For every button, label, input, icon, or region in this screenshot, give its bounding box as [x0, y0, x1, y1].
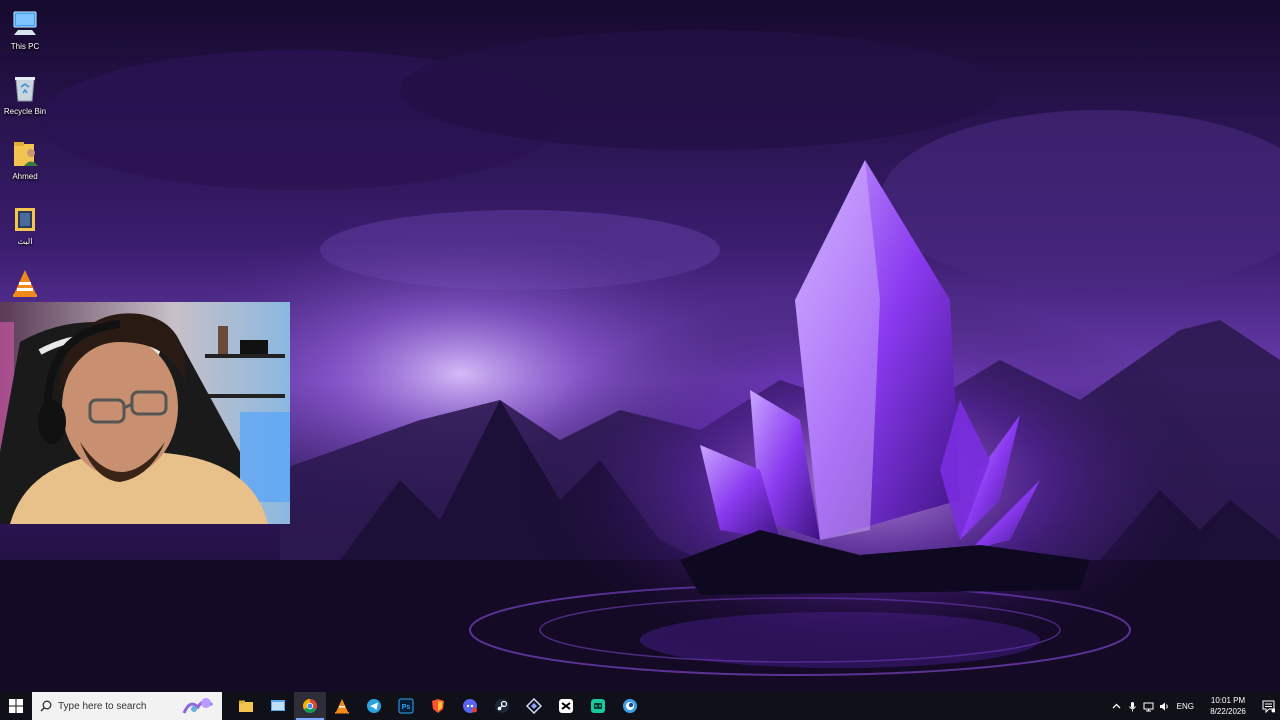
capcut-icon	[559, 699, 573, 713]
taskbar-app-brave[interactable]	[422, 692, 454, 720]
desktop-icon-label: Recycle Bin	[3, 107, 47, 116]
tray-volume[interactable]	[1157, 692, 1173, 720]
taskbar: Type here to search Ps ENG 10:01 PM 8/22…	[0, 692, 1280, 720]
discord-icon	[463, 699, 477, 713]
window-icon	[271, 700, 285, 711]
system-tray: ENG 10:01 PM 8/22/2026	[1109, 692, 1280, 720]
taskbar-app-chrome[interactable]	[294, 692, 326, 720]
network-icon	[1143, 702, 1154, 711]
desktop-icon-this-pc[interactable]: This PC	[0, 2, 50, 62]
chrome-icon	[303, 699, 317, 713]
notification-center-button[interactable]	[1256, 692, 1280, 720]
taskbar-app-circle[interactable]	[614, 692, 646, 720]
folder-icon	[239, 700, 253, 712]
search-box[interactable]: Type here to search	[32, 692, 222, 720]
notification-icon	[1262, 700, 1275, 713]
taskbar-apps: Ps	[230, 692, 646, 720]
telegram-icon	[367, 699, 381, 713]
svg-text:Ps: Ps	[402, 704, 411, 711]
vlc-icon	[335, 699, 349, 714]
desktop-icon-label: This PC	[10, 42, 40, 51]
webcam-overlay	[0, 302, 290, 524]
steam-icon	[495, 699, 509, 713]
tray-network[interactable]	[1141, 692, 1157, 720]
desktop-icon-broadcast[interactable]: البث	[0, 197, 50, 257]
folder-icon	[15, 208, 35, 231]
user-folder-icon	[14, 142, 38, 166]
desktop-icon-recycle-bin[interactable]: Recycle Bin	[0, 67, 50, 127]
windows-logo-icon	[9, 699, 23, 713]
taskbar-app-vlc[interactable]	[326, 692, 358, 720]
taskbar-app-dev-tool[interactable]	[518, 692, 550, 720]
clock-date: 8/22/2026	[1210, 707, 1246, 716]
taskbar-app-discord[interactable]	[454, 692, 486, 720]
start-button[interactable]	[0, 692, 32, 720]
clock[interactable]: 10:01 PM 8/22/2026	[1206, 695, 1250, 717]
recycle-bin-icon	[15, 77, 35, 102]
photoshop-icon: Ps	[398, 698, 414, 714]
vlc-icon	[13, 270, 37, 297]
desktop-icon-label: البث	[17, 237, 33, 246]
taskbar-app-steam[interactable]	[486, 692, 518, 720]
tray-overflow-button[interactable]	[1109, 692, 1125, 720]
search-highlight-icon	[182, 698, 214, 714]
this-pc-icon	[13, 11, 37, 35]
gamepad-icon	[591, 699, 605, 713]
clock-time: 10:01 PM	[1210, 696, 1246, 705]
speaker-icon	[1160, 702, 1168, 710]
chevron-up-icon	[1112, 703, 1121, 708]
desktop-icon-ahmed[interactable]: Ahmed	[0, 132, 50, 192]
microphone-icon	[1129, 701, 1137, 711]
taskbar-app-file-explorer[interactable]	[230, 692, 262, 720]
search-placeholder: Type here to search	[58, 700, 147, 712]
taskbar-app-capcut[interactable]	[550, 692, 582, 720]
desktop-icon-label: Ahmed	[12, 172, 38, 181]
shield-icon	[432, 699, 444, 713]
diamond-icon	[526, 698, 542, 714]
language-indicator[interactable]: ENG	[1177, 702, 1194, 711]
taskbar-app-telegram[interactable]	[358, 692, 390, 720]
taskbar-app-window[interactable]	[262, 692, 294, 720]
circle-app-icon	[623, 699, 637, 713]
search-icon	[40, 700, 52, 712]
taskbar-app-photoshop[interactable]: Ps	[390, 692, 422, 720]
tray-microphone[interactable]	[1125, 692, 1141, 720]
taskbar-app-game[interactable]	[582, 692, 614, 720]
